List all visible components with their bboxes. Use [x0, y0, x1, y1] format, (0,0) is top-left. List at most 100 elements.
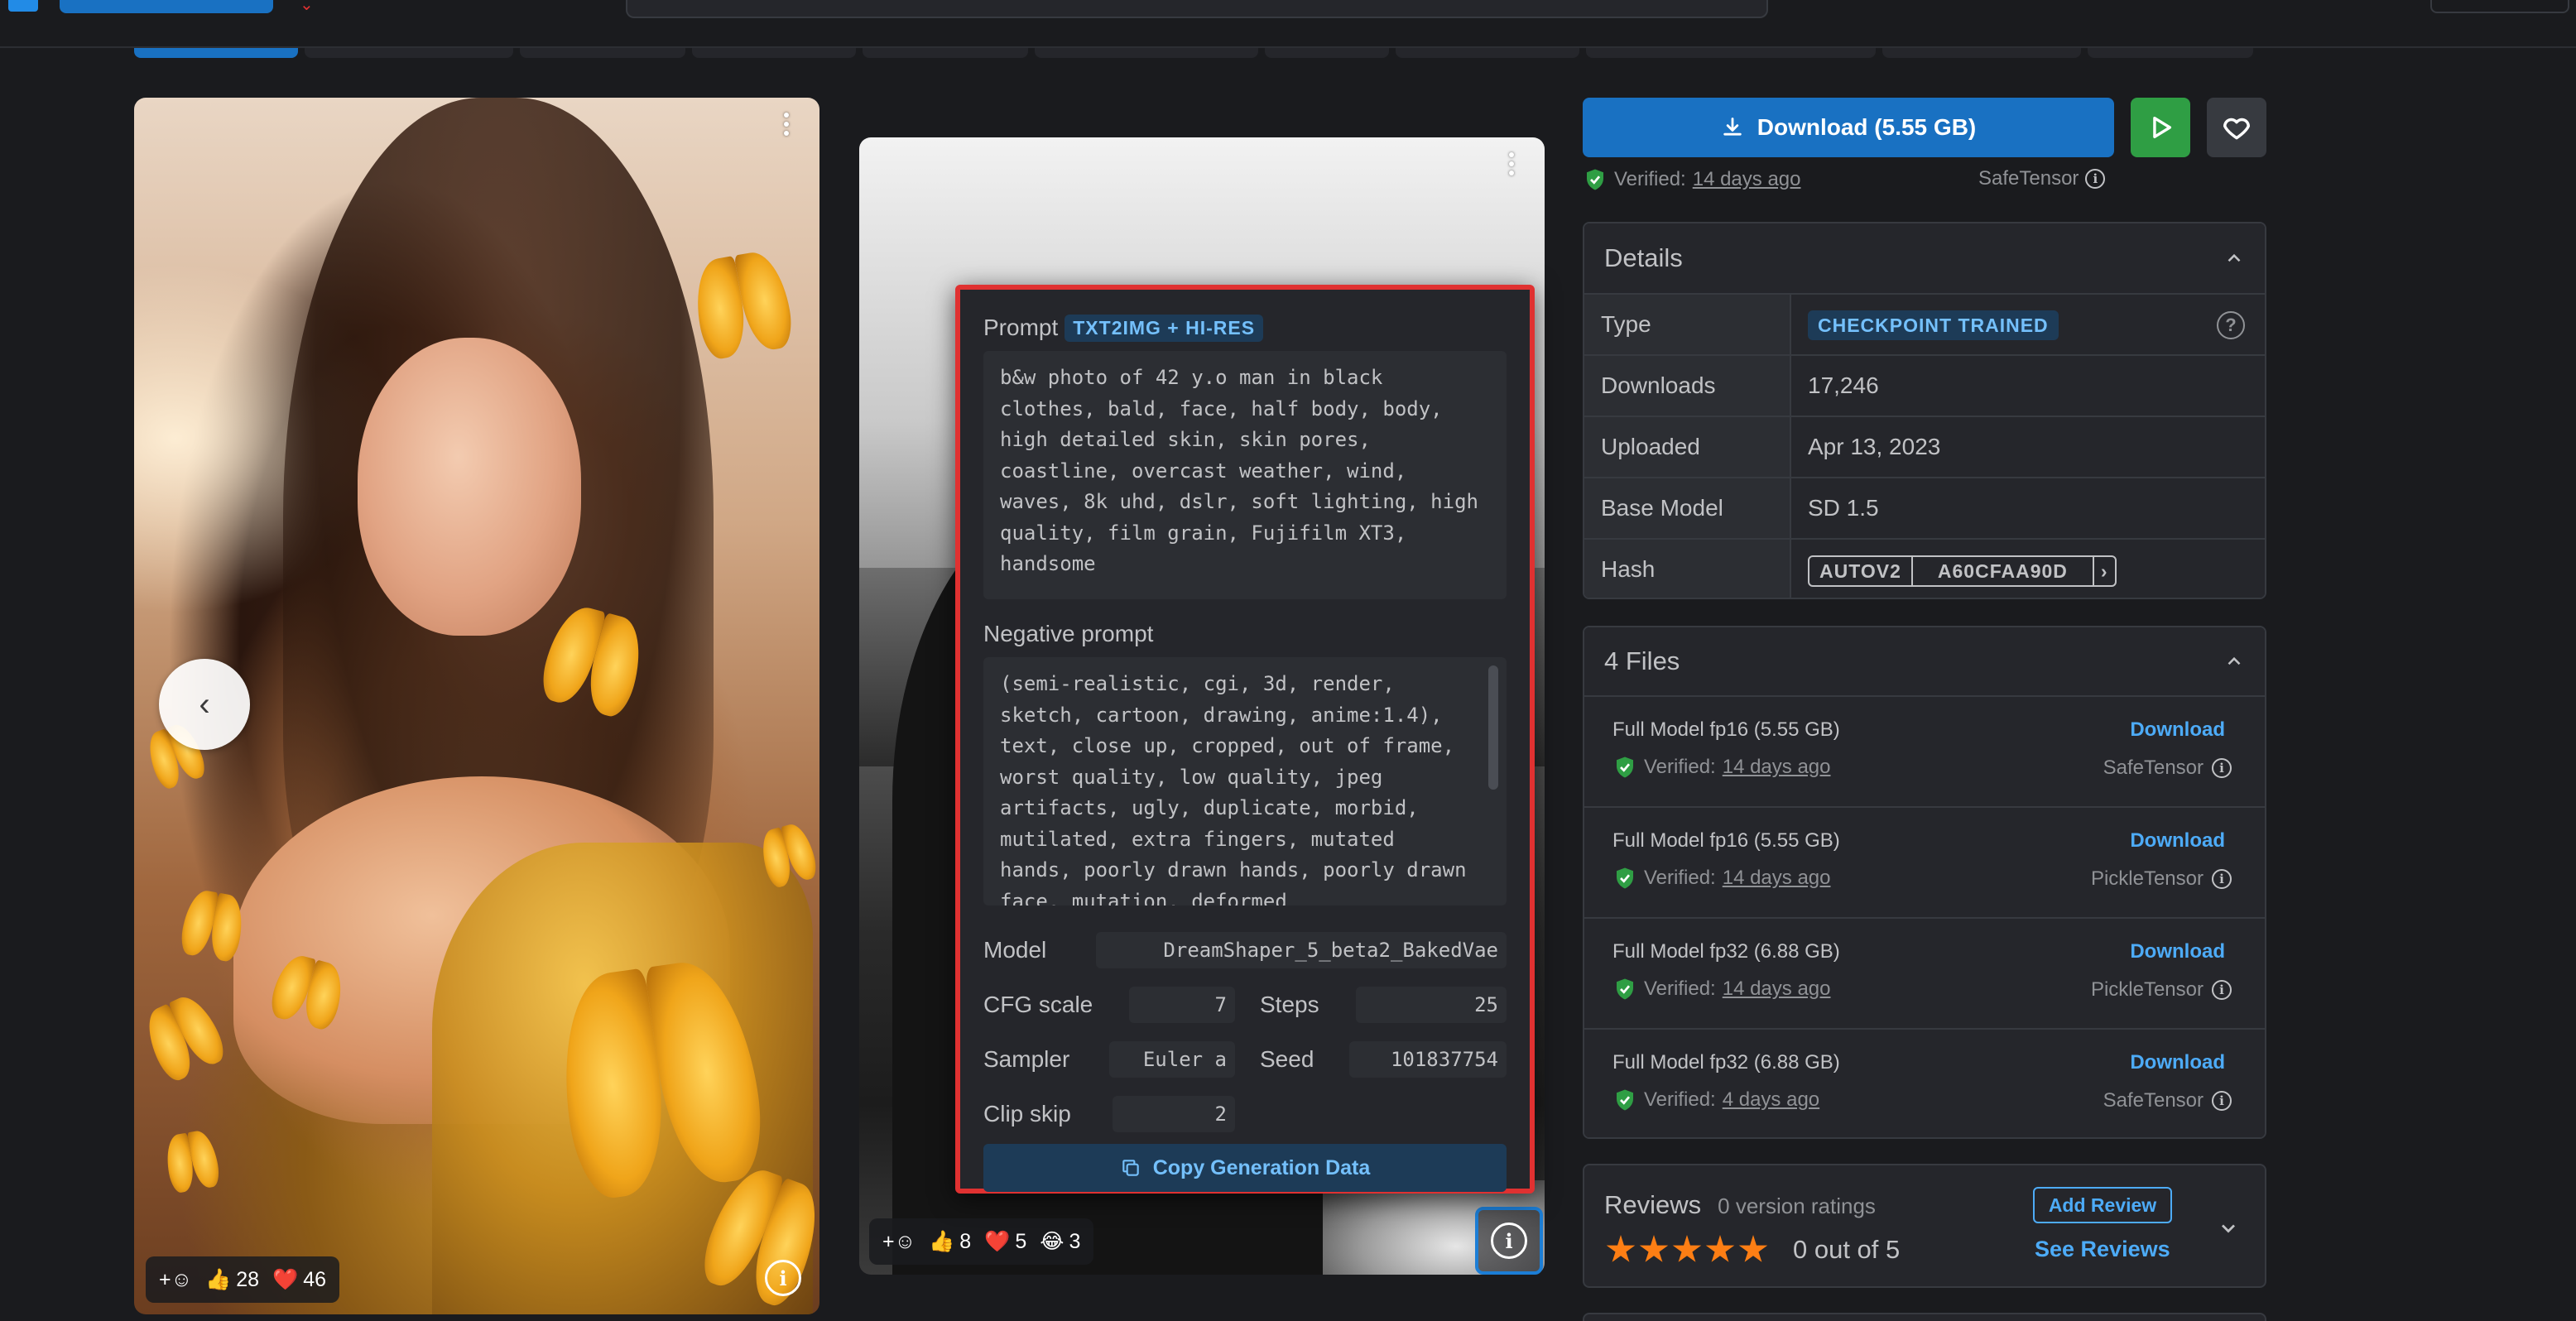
- hash-type[interactable]: AUTOV2: [1809, 557, 1911, 585]
- version-tab[interactable]: [692, 48, 856, 58]
- sampler-value[interactable]: Euler a: [1109, 1041, 1235, 1078]
- more-options-icon[interactable]: [1505, 152, 1518, 175]
- verified-date-link[interactable]: 4 days ago: [1723, 1088, 1819, 1112]
- prompt-label: Prompt: [983, 315, 1059, 340]
- add-reaction-icon[interactable]: +☺: [159, 1268, 192, 1292]
- chevron-down-icon[interactable]: ⌄: [300, 0, 314, 13]
- info-icon[interactable]: i: [2212, 869, 2232, 889]
- info-icon: i: [1491, 1223, 1527, 1259]
- version-tab[interactable]: [1882, 48, 2081, 58]
- next-panel: [1583, 1313, 2266, 1321]
- details-panel: Details Type CHECKPOINT TRAINED ? Downlo…: [1583, 222, 2266, 599]
- star-icon: [1606, 1235, 1636, 1262]
- heart-reaction[interactable]: ❤️ 5: [984, 1230, 1026, 1254]
- negative-prompt-box[interactable]: (semi-realistic, cgi, 3d, render, sketch…: [983, 657, 1507, 905]
- version-tab[interactable]: [134, 48, 298, 58]
- file-download-link[interactable]: Download: [2130, 718, 2225, 742]
- verified-date-link[interactable]: 14 days ago: [1723, 867, 1831, 890]
- heart-reaction[interactable]: ❤️ 46: [272, 1268, 326, 1292]
- shield-check-icon: [1587, 169, 1603, 190]
- file-row: Full Model fp32 (6.88 GB) Download Verif…: [1584, 917, 2265, 1028]
- version-tab[interactable]: [520, 48, 685, 58]
- info-icon[interactable]: i: [2212, 758, 2232, 778]
- favorite-button[interactable]: [2207, 98, 2266, 157]
- detail-row-downloads: Downloads 17,246: [1584, 354, 2265, 416]
- verified-date-link[interactable]: 14 days ago: [1723, 978, 1831, 1001]
- model-value[interactable]: DreamShaper_5_beta2_BakedVae: [1096, 932, 1507, 968]
- scrollbar[interactable]: [1488, 665, 1498, 790]
- reaction-bar[interactable]: +☺ 👍 28 ❤️ 46: [146, 1256, 340, 1303]
- play-icon: [2153, 116, 2172, 139]
- butterfly-icon: [162, 1128, 221, 1194]
- create-button[interactable]: [60, 0, 273, 13]
- sampler-label: Sampler: [983, 1046, 1070, 1072]
- verified-date-link[interactable]: 14 days ago: [1723, 756, 1831, 779]
- help-icon[interactable]: ?: [2217, 311, 2245, 339]
- info-icon[interactable]: i: [2212, 1091, 2232, 1111]
- generation-info-button[interactable]: i: [1475, 1207, 1543, 1275]
- version-tab[interactable]: [1586, 48, 1876, 58]
- search-input[interactable]: [626, 0, 1768, 18]
- file-download-link[interactable]: Download: [2130, 940, 2225, 963]
- see-reviews-link[interactable]: See Reviews: [2035, 1237, 2170, 1262]
- chevron-left-icon[interactable]: ‹: [159, 659, 250, 750]
- clip-skip-value[interactable]: 2: [1113, 1096, 1235, 1132]
- like-reaction[interactable]: 👍 8: [929, 1230, 971, 1254]
- logo[interactable]: [8, 0, 38, 12]
- thumbs-up-icon: 👍: [929, 1229, 955, 1253]
- detail-row-hash: Hash AUTOV2 A60CFAA90D ›: [1584, 538, 2265, 598]
- info-icon[interactable]: i: [765, 1260, 801, 1296]
- version-tab[interactable]: [1035, 48, 1258, 58]
- heart-icon: ❤️: [984, 1229, 1011, 1253]
- chevron-right-icon[interactable]: ›: [2092, 556, 2115, 585]
- steps-value[interactable]: 25: [1356, 987, 1507, 1023]
- file-download-link[interactable]: Download: [2130, 829, 2225, 853]
- shield-check-icon: [1617, 757, 1633, 778]
- file-row: Full Model fp16 (5.55 GB) Download Verif…: [1584, 806, 2265, 917]
- version-tab[interactable]: [863, 48, 1028, 58]
- star-icon: [1705, 1235, 1735, 1262]
- version-tab[interactable]: [305, 48, 513, 58]
- laugh-reaction[interactable]: 😂 3: [1040, 1229, 1080, 1254]
- model-row: Model DreamShaper_5_beta2_BakedVae: [983, 932, 1507, 968]
- add-reaction-icon[interactable]: +☺: [882, 1230, 916, 1254]
- files-header[interactable]: 4 Files: [1584, 627, 2265, 695]
- star-icon: [1738, 1235, 1768, 1262]
- info-icon[interactable]: i: [2212, 980, 2232, 1000]
- shield-check-icon: [1617, 978, 1633, 1000]
- chevron-up-icon: [2228, 253, 2241, 262]
- butterfly-icon: [138, 989, 230, 1084]
- hash-value[interactable]: A60CFAA90D: [1910, 556, 2093, 585]
- model-label: Model: [983, 937, 1047, 963]
- verified-status: Verified: 14 days ago: [1583, 167, 1801, 192]
- like-reaction[interactable]: 👍 28: [205, 1268, 259, 1292]
- cfg-scale-label: CFG scale: [983, 992, 1093, 1017]
- negative-prompt-label: Negative prompt: [983, 621, 1154, 646]
- add-review-button[interactable]: Add Review: [2033, 1187, 2172, 1223]
- details-header[interactable]: Details: [1584, 223, 2265, 293]
- chevron-down-icon[interactable]: [2217, 1217, 2240, 1240]
- account-button[interactable]: [2430, 0, 2569, 13]
- rating-text: 0 out of 5: [1793, 1235, 1901, 1264]
- hash-selector[interactable]: AUTOV2 A60CFAA90D ›: [1808, 555, 2117, 587]
- reaction-bar[interactable]: +☺ 👍 8 ❤️ 5 😂 3: [869, 1218, 1094, 1265]
- run-button[interactable]: [2131, 98, 2190, 157]
- cfg-scale-value[interactable]: 7: [1129, 987, 1235, 1023]
- file-download-link[interactable]: Download: [2130, 1051, 2225, 1074]
- verified-date-link[interactable]: 14 days ago: [1693, 168, 1801, 191]
- info-icon[interactable]: i: [2085, 169, 2106, 189]
- version-tab[interactable]: [1265, 48, 1389, 58]
- prompt-type-badge: TXT2IMG + HI-RES: [1065, 314, 1264, 342]
- star-icon: [1672, 1235, 1702, 1262]
- negative-prompt-text: (semi-realistic, cgi, 3d, render, sketch…: [983, 657, 1507, 905]
- more-options-icon[interactable]: [780, 113, 793, 136]
- version-tab[interactable]: [1396, 48, 1579, 58]
- version-tab[interactable]: [2088, 48, 2253, 58]
- download-button[interactable]: Download (5.55 GB): [1583, 98, 2114, 157]
- laugh-icon: 😂: [1040, 1230, 1065, 1253]
- copy-generation-data-button[interactable]: Copy Generation Data: [983, 1144, 1507, 1192]
- shield-check-icon: [1617, 867, 1633, 889]
- prompt-text[interactable]: b&w photo of 42 y.o man in black clothes…: [983, 351, 1507, 599]
- seed-value[interactable]: 101837754: [1349, 1041, 1507, 1078]
- heart-icon: ❤️: [272, 1267, 299, 1291]
